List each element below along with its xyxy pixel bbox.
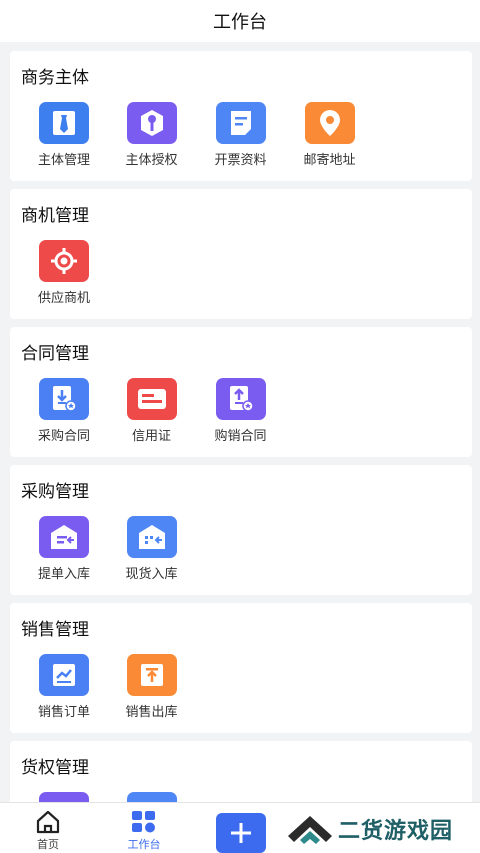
add-button[interactable] [216, 813, 266, 853]
section-cargo-rights: 货权管理 [10, 741, 472, 802]
home-icon [34, 809, 62, 835]
grid-icon [130, 809, 158, 835]
tab-workbench[interactable]: 工作台 [104, 803, 184, 853]
sales-outbound-button[interactable]: 销售出库 [107, 654, 196, 720]
location-pin-icon [304, 102, 355, 144]
cargo-right-icon [126, 792, 177, 802]
contract-upload-icon [215, 378, 266, 420]
sales-order-button[interactable]: 销售订单 [21, 654, 107, 720]
cargo-right-item-1[interactable] [21, 792, 107, 802]
section-title: 销售管理 [21, 620, 89, 640]
workbench-content: 商务主体 主体管理 主体授权 开票资料 邮寄地址 商机管理 供应商机 合同管理 … [0, 42, 480, 802]
sales-purchase-contract-button[interactable]: 购销合同 [196, 378, 285, 444]
entity-management-button[interactable]: 主体管理 [21, 102, 107, 168]
section-title: 合同管理 [21, 344, 89, 364]
invoice-info-button[interactable]: 开票资料 [196, 102, 285, 168]
cargo-right-icon [39, 792, 89, 802]
top-bar: 工作台 [0, 0, 480, 42]
supply-opportunity-button[interactable]: 供应商机 [21, 240, 107, 306]
id-card-tie-icon [39, 102, 89, 144]
mailing-address-button[interactable]: 邮寄地址 [285, 102, 374, 168]
target-icon [39, 240, 89, 282]
section-title: 商机管理 [21, 206, 89, 226]
section-title: 货权管理 [21, 758, 89, 778]
section-title: 商务主体 [21, 68, 89, 88]
entity-authorization-button[interactable]: 主体授权 [107, 102, 196, 168]
page-title: 工作台 [213, 12, 267, 33]
section-contract: 合同管理 采购合同 信用证 购销合同 [10, 327, 472, 457]
contract-download-icon [39, 378, 89, 420]
section-purchase: 采购管理 提单入库 现货入库 [10, 465, 472, 595]
warehouse-in-icon [39, 516, 89, 558]
document-lines-icon [215, 102, 266, 144]
tab-home[interactable]: 首页 [8, 803, 88, 853]
cargo-right-item-2[interactable] [107, 792, 196, 802]
warehouse-spot-icon [126, 516, 177, 558]
credit-card-icon [126, 378, 177, 420]
section-business-entity: 商务主体 主体管理 主体授权 开票资料 邮寄地址 [10, 51, 472, 181]
section-opportunity: 商机管理 供应商机 [10, 189, 472, 319]
watermark-logo-icon [288, 815, 332, 844]
key-hexagon-icon [126, 102, 177, 144]
purchase-contract-button[interactable]: 采购合同 [21, 378, 107, 444]
section-sales: 销售管理 销售订单 销售出库 [10, 603, 472, 733]
letter-of-credit-button[interactable]: 信用证 [107, 378, 196, 444]
spot-inbound-button[interactable]: 现货入库 [107, 516, 196, 582]
tab-bar: 首页 工作台 二货游戏园 [0, 802, 480, 853]
watermark-text: 二货游戏园 [338, 818, 454, 844]
bill-of-lading-inbound-button[interactable]: 提单入库 [21, 516, 107, 582]
outbound-icon [126, 654, 177, 696]
plus-icon [231, 823, 251, 843]
watermark: 二货游戏园 [286, 803, 480, 853]
section-title: 采购管理 [21, 482, 89, 502]
sales-chart-icon [39, 654, 89, 696]
